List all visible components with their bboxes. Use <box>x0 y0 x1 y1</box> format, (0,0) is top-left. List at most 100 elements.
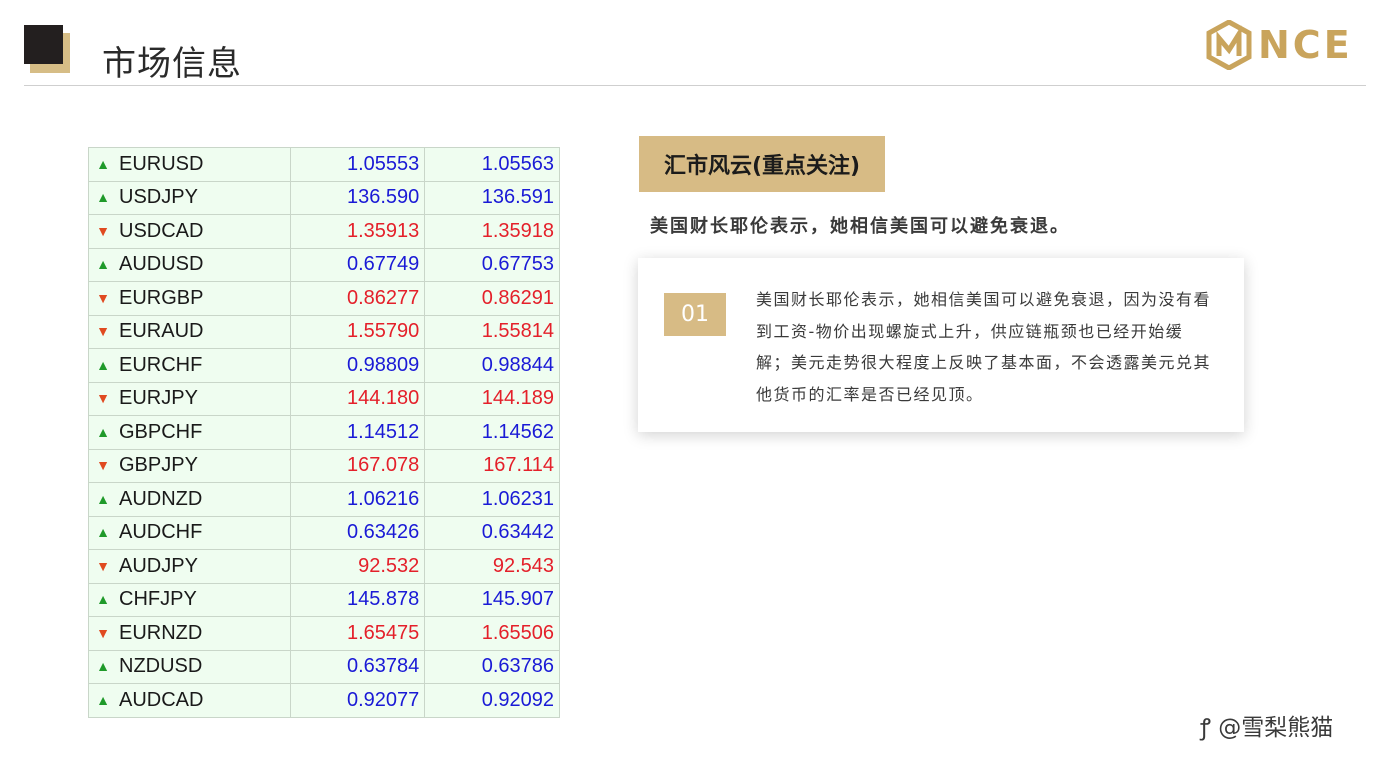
up-arrow-icon: ▲ <box>96 490 110 507</box>
symbol-label: GBPJPY <box>119 454 198 477</box>
symbol-label: NZDUSD <box>119 655 203 678</box>
symbol-cell: ▲ AUDCHF <box>88 515 291 550</box>
ask-cell: 1.06231 <box>424 482 560 517</box>
bid-cell: 145.878 <box>289 582 426 617</box>
news-headline: 美国财长耶伦表示，她相信美国可以避免衰退。 <box>650 216 1070 237</box>
ask-cell: 0.67753 <box>424 247 560 282</box>
up-arrow-icon: ▲ <box>96 256 110 273</box>
ask-cell: 144.189 <box>424 381 560 416</box>
bid-cell: 0.92077 <box>289 683 426 718</box>
bid-cell: 0.63426 <box>289 515 426 550</box>
bid-cell: 1.65475 <box>289 616 426 651</box>
symbol-cell: ▼ USDCAD <box>88 214 291 249</box>
up-arrow-icon: ▲ <box>96 524 110 541</box>
symbol-label: AUDUSD <box>119 253 204 276</box>
symbol-cell: ▼ EURGBP <box>88 281 291 316</box>
ask-cell: 0.92092 <box>424 683 560 718</box>
rate-row: ▲ GBPCHF 1.14512 1.14562 <box>88 415 560 450</box>
symbol-label: CHFJPY <box>119 588 197 611</box>
up-arrow-icon: ▲ <box>96 691 110 708</box>
ask-cell: 0.86291 <box>424 281 560 316</box>
news-body: 美国财长耶伦表示，她相信美国可以避免衰退，因为没有看到工资-物价出现螺旋式上升，… <box>756 290 1212 404</box>
ask-cell: 145.907 <box>424 582 560 617</box>
rate-row: ▼ EURGBP 0.86277 0.86291 <box>88 281 560 316</box>
ask-cell: 92.543 <box>424 549 560 584</box>
up-arrow-icon: ▲ <box>96 423 110 440</box>
down-arrow-icon: ▼ <box>96 457 110 474</box>
ask-cell: 0.63786 <box>424 649 560 684</box>
rate-row: ▲ AUDCHF 0.63426 0.63442 <box>88 515 560 550</box>
bid-cell: 0.67749 <box>289 247 426 282</box>
up-arrow-icon: ▲ <box>96 658 110 675</box>
symbol-cell: ▲ EURCHF <box>88 348 291 383</box>
currency-rate-table: ▲ EURUSD 1.05553 1.05563 ▲ USDJPY 136.590 136.5… <box>88 147 560 718</box>
up-arrow-icon: ▲ <box>96 591 110 608</box>
watermark-text: @雪梨熊猫 <box>1218 715 1334 741</box>
down-arrow-icon: ▼ <box>96 222 110 239</box>
rate-row: ▼ EURNZD 1.65475 1.65506 <box>88 616 560 651</box>
ask-cell: 1.35918 <box>424 214 560 249</box>
up-arrow-icon: ▲ <box>96 155 110 172</box>
down-arrow-icon: ▼ <box>96 323 110 340</box>
snowball-icon: ꝭ <box>1200 715 1211 741</box>
bid-cell: 1.55790 <box>289 314 426 349</box>
symbol-label: AUDCAD <box>119 688 204 711</box>
symbol-cell: ▲ EURUSD <box>88 147 291 182</box>
down-arrow-icon: ▼ <box>96 289 110 306</box>
bid-cell: 136.590 <box>289 180 426 215</box>
rate-row: ▼ AUDJPY 92.532 92.543 <box>88 549 560 584</box>
down-arrow-icon: ▼ <box>96 390 110 407</box>
up-arrow-icon: ▲ <box>96 189 110 206</box>
symbol-cell: ▼ EURJPY <box>88 381 291 416</box>
page-title: 市场信息 <box>102 44 242 84</box>
bid-cell: 0.86277 <box>289 281 426 316</box>
up-arrow-icon: ▲ <box>96 356 110 373</box>
symbol-cell: ▼ GBPJPY <box>88 448 291 483</box>
rate-row: ▲ EURCHF 0.98809 0.98844 <box>88 348 560 383</box>
bid-cell: 167.078 <box>289 448 426 483</box>
header-divider <box>24 85 1366 86</box>
symbol-label: EURNZD <box>119 621 203 644</box>
ask-cell: 1.55814 <box>424 314 560 349</box>
symbol-cell: ▲ GBPCHF <box>88 415 291 450</box>
header-accent-black <box>24 25 63 64</box>
rate-row: ▲ AUDNZD 1.06216 1.06231 <box>88 482 560 517</box>
symbol-cell: ▼ EURAUD <box>88 314 291 349</box>
symbol-cell: ▼ AUDJPY <box>88 549 291 584</box>
bid-cell: 1.35913 <box>289 214 426 249</box>
symbol-label: EURAUD <box>119 320 204 343</box>
news-card: 01 美国财长耶伦表示，她相信美国可以避免衰退，因为没有看到工资-物价出现螺旋式… <box>638 258 1244 432</box>
bid-cell: 0.98809 <box>289 348 426 383</box>
symbol-cell: ▲ AUDNZD <box>88 482 291 517</box>
bid-cell: 1.06216 <box>289 482 426 517</box>
ask-cell: 1.05563 <box>424 147 560 182</box>
ask-cell: 1.65506 <box>424 616 560 651</box>
nce-logo-icon <box>1206 20 1252 70</box>
rate-row: ▼ USDCAD 1.35913 1.35918 <box>88 214 560 249</box>
bid-cell: 92.532 <box>289 549 426 584</box>
symbol-cell: ▲ CHFJPY <box>88 582 291 617</box>
item-number-badge: 01 <box>664 293 726 336</box>
ask-cell: 1.14562 <box>424 415 560 450</box>
symbol-cell: ▲ AUDUSD <box>88 247 291 282</box>
ask-cell: 0.98844 <box>424 348 560 383</box>
rate-row: ▼ GBPJPY 167.078 167.114 <box>88 448 560 483</box>
watermark: ꝭ @雪梨熊猫 <box>1200 708 1333 742</box>
ask-cell: 0.63442 <box>424 515 560 550</box>
rate-row: ▲ AUDCAD 0.92077 0.92092 <box>88 683 560 718</box>
symbol-cell: ▼ EURNZD <box>88 616 291 651</box>
bid-cell: 1.05553 <box>289 147 426 182</box>
symbol-label: USDCAD <box>119 219 204 242</box>
symbol-label: GBPCHF <box>119 420 203 443</box>
section-tag: 汇市风云(重点关注) <box>639 136 885 192</box>
symbol-label: AUDJPY <box>119 554 198 577</box>
symbol-cell: ▲ AUDCAD <box>88 683 291 718</box>
symbol-label: AUDCHF <box>119 521 203 544</box>
rate-row: ▼ EURJPY 144.180 144.189 <box>88 381 560 416</box>
symbol-label: EURGBP <box>119 286 204 309</box>
rate-row: ▲ NZDUSD 0.63784 0.63786 <box>88 649 560 684</box>
symbol-label: USDJPY <box>119 186 198 209</box>
bid-cell: 144.180 <box>289 381 426 416</box>
rate-row: ▲ USDJPY 136.590 136.591 <box>88 180 560 215</box>
rate-row: ▲ CHFJPY 145.878 145.907 <box>88 582 560 617</box>
